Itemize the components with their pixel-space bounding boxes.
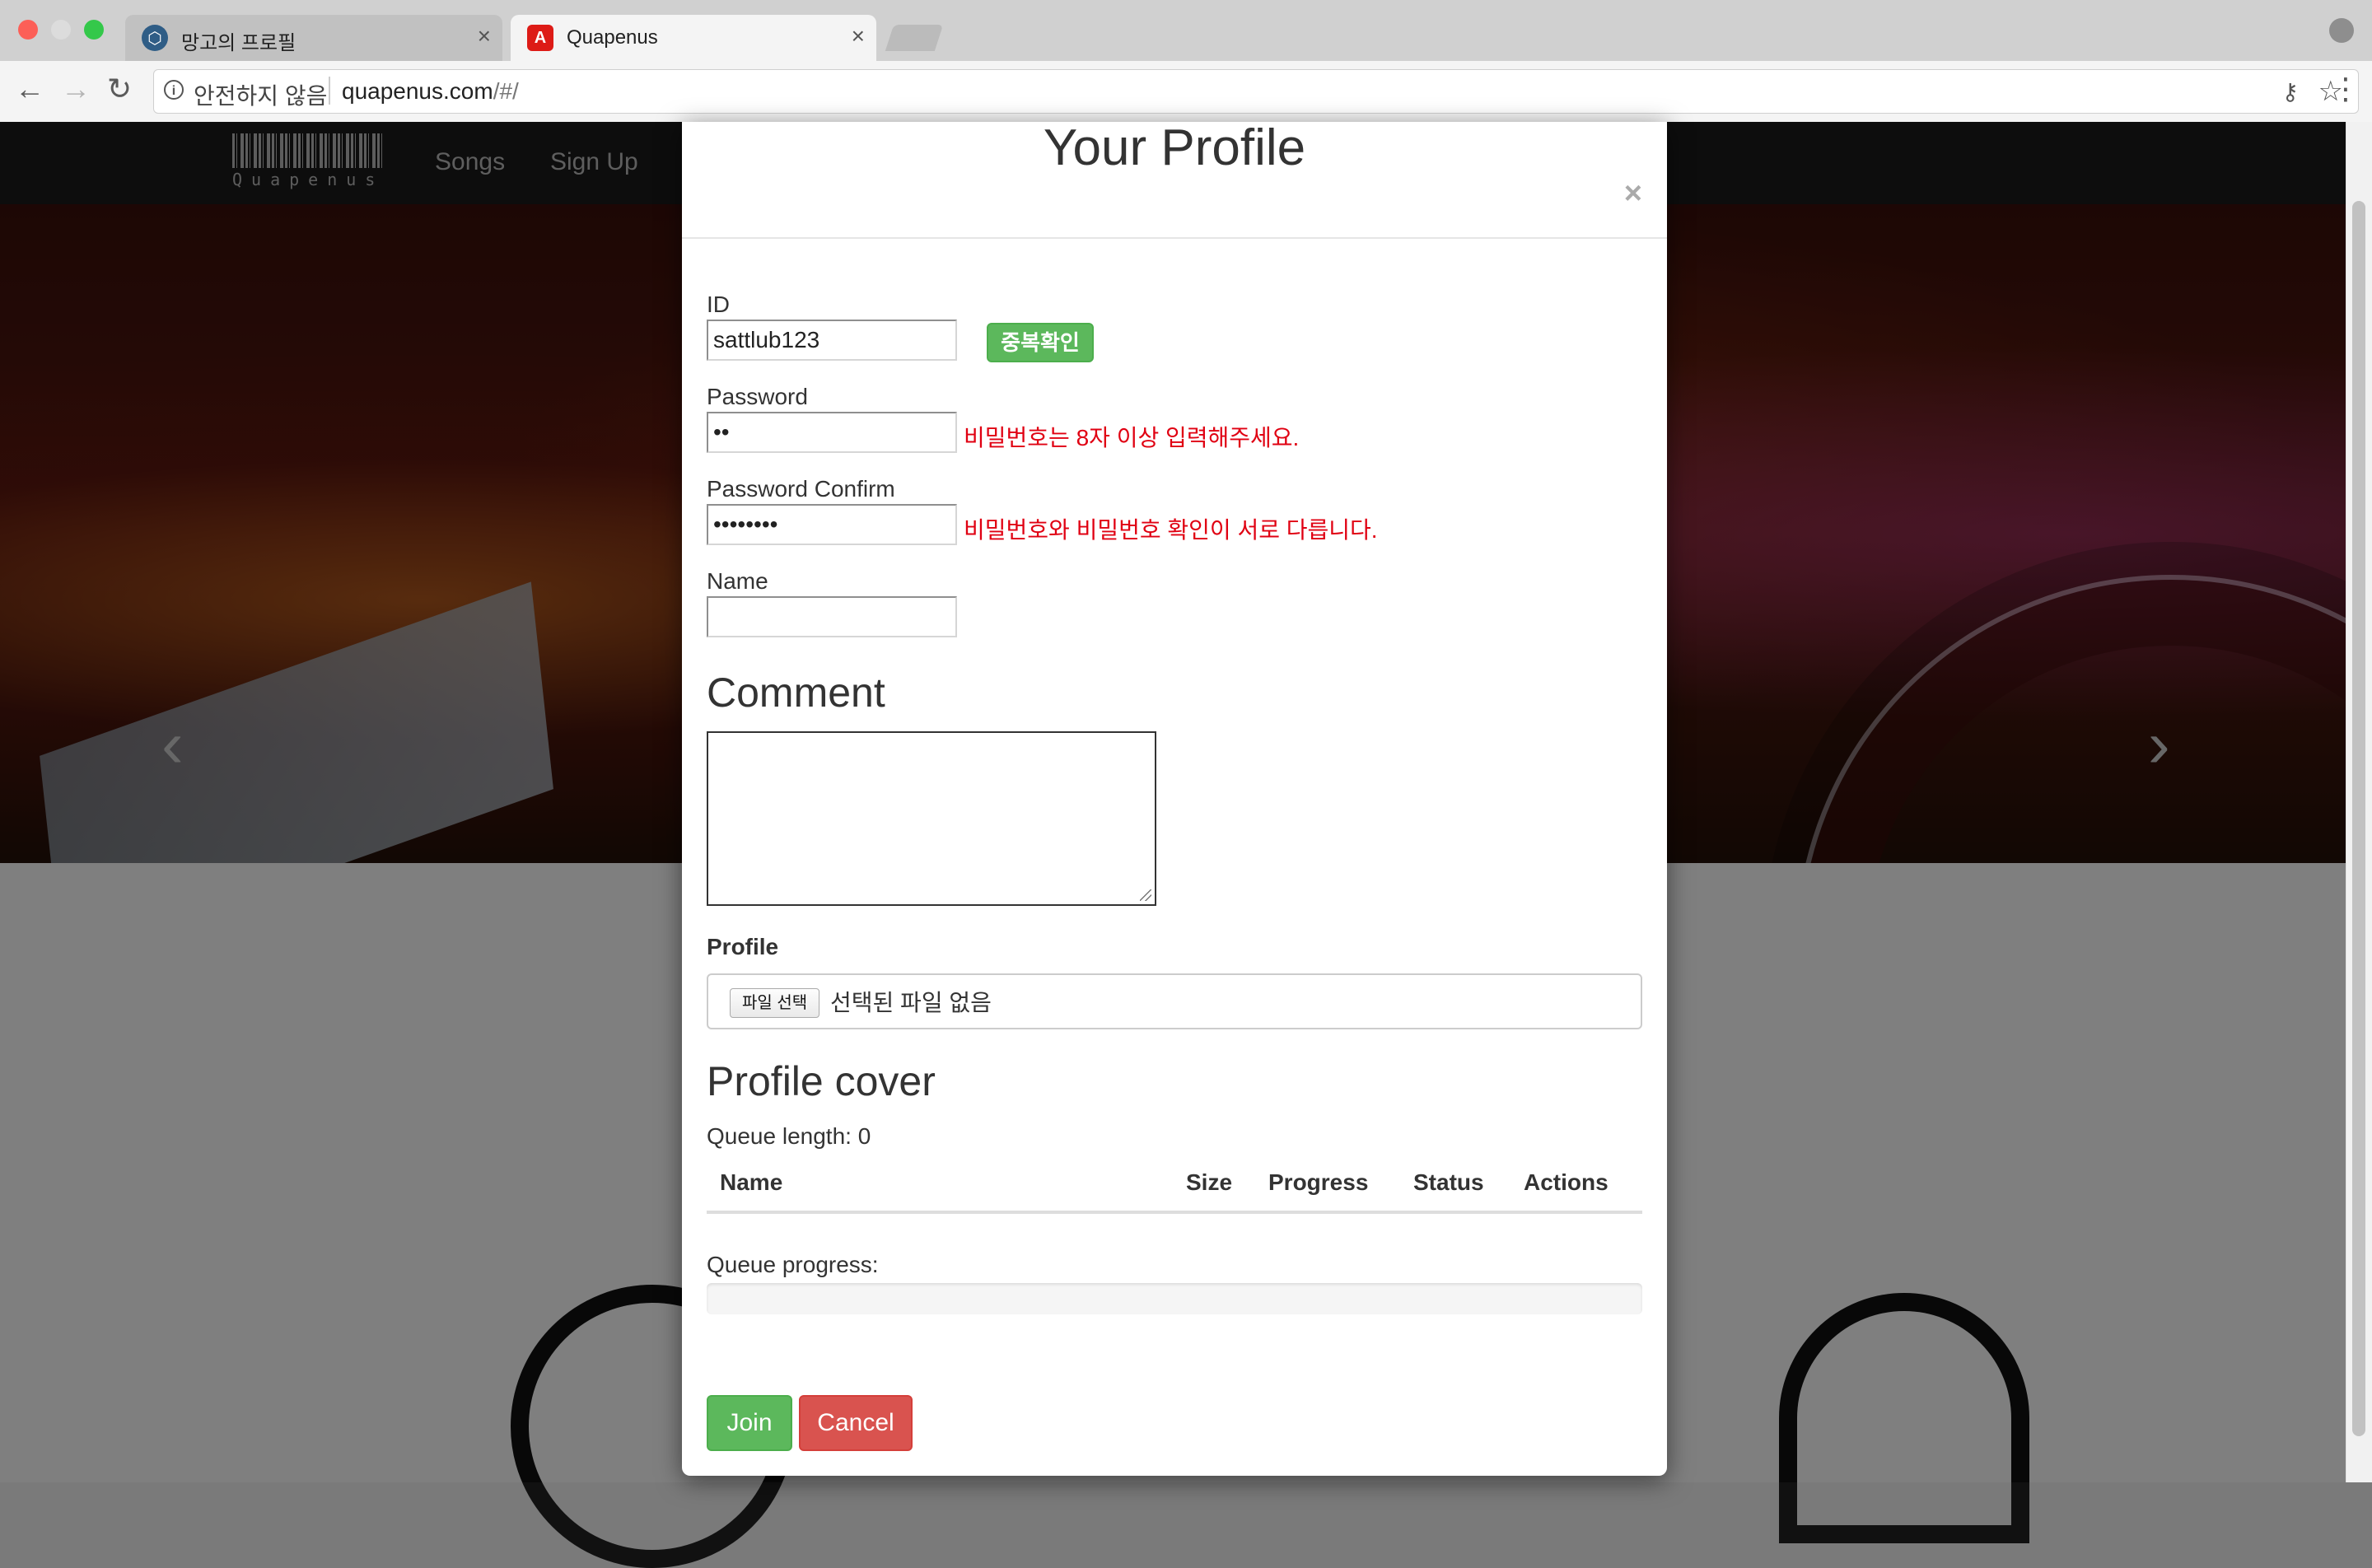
close-icon[interactable]: ×: [1624, 176, 1642, 212]
tab-title: Quapenus: [567, 26, 658, 49]
table-header-name: Name: [720, 1169, 783, 1195]
password-confirm-error: 비밀번호와 비밀번호 확인이 서로 다릅니다.: [964, 517, 1378, 543]
password-error: 비밀번호는 8자 이상 입력해주세요.: [964, 425, 1300, 450]
queue-progress-bar: [707, 1283, 1642, 1314]
comment-textarea[interactable]: [707, 731, 1156, 906]
close-icon[interactable]: ×: [478, 23, 491, 49]
resize-handle-icon[interactable]: [1140, 889, 1151, 901]
address-bar[interactable]: i 안전하지 않음 quapenus.com/#/ ⚷ ☆: [153, 69, 2359, 114]
duplicate-check-button[interactable]: 중복확인: [987, 323, 1094, 362]
new-tab-button[interactable]: [885, 25, 944, 51]
profile-label: Profile: [707, 934, 779, 959]
modal-header: Your Profile ×: [682, 119, 1667, 239]
tab-quapenus[interactable]: A Quapenus ×: [511, 15, 876, 61]
reload-icon[interactable]: ↻: [107, 72, 132, 105]
hexagon-icon: ⬡: [142, 25, 168, 51]
tab-title: 망고의 프로필: [181, 32, 296, 54]
forward-arrow-icon[interactable]: →: [61, 72, 91, 105]
menu-dots-icon[interactable]: ⋮: [2331, 72, 2360, 105]
queue-length: Queue length: 0: [707, 1123, 871, 1149]
back-arrow-icon[interactable]: ←: [15, 72, 44, 105]
profile-file-input[interactable]: 파일 선택 선택된 파일 없음: [707, 973, 1642, 1029]
password-confirm-input[interactable]: [707, 504, 957, 545]
key-icon[interactable]: ⚷: [2281, 78, 2299, 105]
table-divider: [707, 1211, 1642, 1214]
queue-progress-label: Queue progress:: [707, 1252, 879, 1277]
browser-profile-icon[interactable]: [2329, 18, 2354, 43]
url-text[interactable]: quapenus.com/#/: [342, 78, 519, 105]
minimize-window-icon[interactable]: [51, 20, 71, 40]
cancel-button[interactable]: Cancel: [799, 1395, 913, 1451]
angular-icon: A: [527, 25, 553, 51]
profile-modal: Your Profile × ID 중복확인 Password 비밀번호는 8자…: [682, 119, 1667, 1476]
profile-cover-heading: Profile cover: [707, 1058, 936, 1104]
info-icon[interactable]: i: [164, 80, 184, 100]
tab-profile[interactable]: ⬡ 망고의 프로필 ×: [125, 15, 502, 61]
name-label: Name: [707, 568, 768, 594]
maximize-window-icon[interactable]: [84, 20, 104, 40]
url-host: quapenus.com: [342, 78, 493, 104]
comment-heading: Comment: [707, 670, 885, 716]
password-label: Password: [707, 384, 808, 409]
table-header-progress: Progress: [1268, 1169, 1369, 1195]
scrollbar-thumb[interactable]: [2352, 201, 2365, 1436]
id-label: ID: [707, 292, 730, 317]
password-confirm-label: Password Confirm: [707, 476, 895, 502]
password-input[interactable]: [707, 412, 957, 453]
join-button[interactable]: Join: [707, 1395, 792, 1451]
table-header-size: Size: [1186, 1169, 1233, 1195]
browser-tabstrip: ⬡ 망고의 프로필 × A Quapenus ×: [0, 0, 2372, 61]
url-divider: [329, 77, 330, 105]
security-status[interactable]: 안전하지 않음: [194, 78, 327, 111]
close-icon[interactable]: ×: [852, 23, 865, 49]
table-header-actions: Actions: [1524, 1169, 1609, 1195]
file-status: 선택된 파일 없음: [830, 990, 992, 1015]
choose-file-button[interactable]: 파일 선택: [730, 988, 820, 1018]
browser-toolbar: ← → ↻ i 안전하지 않음 quapenus.com/#/ ⚷ ☆ ⋮: [0, 61, 2372, 123]
close-window-icon[interactable]: [18, 20, 38, 40]
modal-title: Your Profile: [1043, 119, 1306, 176]
url-path: /#/: [493, 78, 519, 104]
table-header-status: Status: [1413, 1169, 1484, 1195]
name-input[interactable]: [707, 596, 957, 637]
id-input[interactable]: [707, 320, 957, 361]
